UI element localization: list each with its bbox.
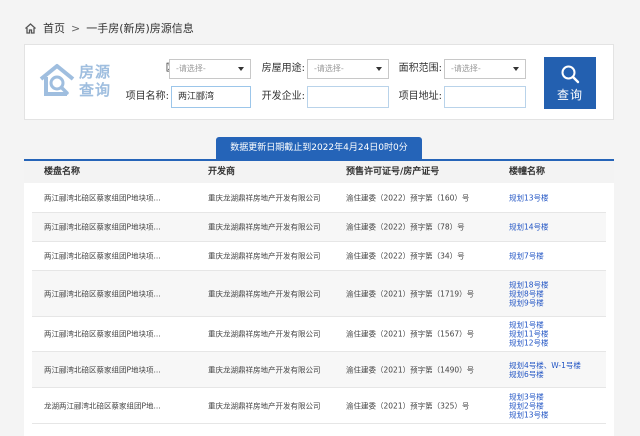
table-header: 楼盘名称 开发商 预售许可证号/房产证号 楼幢名称: [24, 161, 614, 183]
developer-cell: 重庆龙湖鼎祥房地产开发有限公司: [208, 329, 321, 339]
chevron-down-icon: [238, 67, 244, 71]
permit-cell: 渝住建委（2022）预字第（34）号: [346, 251, 465, 261]
permit-cell: 渝住建委（2021）预字第（325）号: [346, 401, 470, 410]
project-name-cell: 两江郦湾北碚区蔡家组团P地块项...: [44, 251, 161, 261]
project-name-cell: 两江郦湾北碚区蔡家组团P地块项...: [44, 222, 161, 232]
area-select-value: -请选择-: [451, 64, 481, 73]
column-header-developer: 开发商: [208, 167, 236, 177]
table-row[interactable]: 龙湖两江郦湾北碚区蔡家组团P地... 重庆龙湖鼎祥房地产开发有限公司 渝住建委（20…: [32, 388, 606, 424]
building-link[interactable]: 规划13号楼: [509, 410, 549, 419]
building-link[interactable]: 规划7号楼: [509, 252, 544, 261]
permit-cell: 渝住建委（2021）预字第（1490）号: [346, 365, 475, 374]
permit-cell: 渝住建委（2022）预字第（160）号: [346, 193, 470, 202]
table-row[interactable]: 两江郦湾北碚区蔡家组团P地块项... 重庆龙湖鼎祥房地产开发有限公司 渝住建委（20…: [32, 213, 606, 242]
usage-select-value: -请选择-: [314, 64, 344, 73]
breadcrumb-separator: >: [71, 21, 81, 35]
breadcrumb-home-link[interactable]: 首页: [43, 20, 65, 36]
project-name-cell: 两江郦湾北碚区蔡家组团P地块项...: [44, 365, 161, 374]
home-icon[interactable]: [24, 22, 37, 35]
logo-line2: 查询: [79, 81, 112, 99]
developer-cell: 重庆龙湖鼎祥房地产开发有限公司: [208, 222, 321, 232]
buildings-cell: 规划3号楼 规划2号楼 规划13号楼: [509, 392, 549, 419]
building-link[interactable]: 规划18号楼: [509, 280, 549, 289]
district-select[interactable]: -请选择-: [169, 59, 251, 79]
address-input[interactable]: [444, 86, 526, 108]
column-header-permit: 预售许可证号/房产证号: [346, 167, 440, 177]
area-label: 面积范围:: [398, 63, 442, 74]
search-icon: [561, 65, 580, 84]
breadcrumb: 首页 > 一手房(新房)房源信息: [24, 20, 194, 36]
building-link[interactable]: 规划8号楼: [509, 289, 544, 298]
search-button-label: 查询: [556, 88, 583, 102]
developer-cell: 重庆龙湖鼎祥房地产开发有限公司: [208, 289, 321, 298]
permit-cell: 渝住建委（2022）预字第（78）号: [346, 222, 465, 232]
data-update-notice: 数据更新日期截止到2022年4月24日0时0分: [216, 137, 422, 159]
usage-label: 房屋用途:: [261, 63, 305, 74]
buildings-cell: 规划1号楼 规划11号楼 规划12号楼: [509, 321, 549, 348]
building-link[interactable]: 规划4号楼、W-1号楼: [509, 361, 581, 370]
search-button[interactable]: 查询: [544, 57, 596, 109]
building-link[interactable]: 规划13号楼: [509, 193, 549, 202]
column-header-name: 楼盘名称: [44, 167, 81, 177]
developer-cell: 重庆龙湖鼎祥房地产开发有限公司: [208, 365, 321, 374]
buildings-cell: 规划7号楼: [509, 252, 544, 261]
building-link[interactable]: 规划6号楼: [509, 370, 544, 379]
house-magnifier-icon: [39, 64, 75, 96]
area-select[interactable]: -请选择-: [444, 59, 526, 79]
usage-select[interactable]: -请选择-: [307, 59, 389, 79]
building-link[interactable]: 规划2号楼: [509, 401, 544, 410]
building-link[interactable]: 规划12号楼: [509, 339, 549, 348]
address-label: 项目地址:: [398, 91, 442, 102]
project-name-input[interactable]: 两江郦湾: [171, 86, 251, 108]
column-header-buildings: 楼幢名称: [509, 167, 546, 177]
district-select-value: -请选择-: [176, 64, 206, 73]
project-name-label: 项目名称:: [125, 91, 169, 102]
table-row[interactable]: 两江郦湾北碚区蔡家组团P地块项... 重庆龙湖鼎祥房地产开发有限公司 渝住建委（20…: [32, 317, 606, 352]
table-row[interactable]: 两江郦湾北碚区蔡家组团P地块项... 重庆龙湖鼎祥房地产开发有限公司 渝住建委（20…: [32, 242, 606, 271]
building-link[interactable]: 规划3号楼: [509, 392, 544, 401]
building-link[interactable]: 规划14号楼: [509, 223, 549, 232]
project-name-cell: 两江郦湾北碚区蔡家组团P地块项...: [44, 193, 161, 202]
table-row[interactable]: 两江郦湾北碚区蔡家组团P地块项... 重庆龙湖鼎祥房地产开发有限公司 渝住建委（20…: [32, 352, 606, 388]
listing-table: 楼盘名称 开发商 预售许可证号/房产证号 楼幢名称 两江郦湾北碚区蔡家组团P地块…: [24, 159, 614, 436]
buildings-cell: 规划14号楼: [509, 223, 549, 232]
chevron-down-icon: [376, 67, 382, 71]
project-name-cell: 龙湖两江郦湾北碚区蔡家组团P地...: [44, 401, 161, 410]
building-link[interactable]: 规划1号楼: [509, 321, 544, 330]
building-link[interactable]: 规划11号楼: [509, 330, 549, 339]
search-panel: 房源 查询 区县: -请选择- 房屋用途: -请选择- 面积范围: -请选择- …: [24, 44, 614, 120]
developer-cell: 重庆龙湖鼎祥房地产开发有限公司: [208, 251, 321, 261]
table-row[interactable]: 两江郦湾北碚区蔡家组团P地块项... 重庆龙湖鼎祥房地产开发有限公司 渝住建委（20…: [32, 271, 606, 317]
building-link[interactable]: 规划9号楼: [509, 298, 544, 307]
logo-line1: 房源: [79, 63, 112, 81]
table-row[interactable]: 两江郦湾北碚区蔡家组团P地块项... 重庆龙湖鼎祥房地产开发有限公司 渝住建委（20…: [32, 183, 606, 213]
breadcrumb-current: 一手房(新房)房源信息: [86, 22, 194, 35]
permit-cell: 渝住建委（2021）预字第（1719）号: [346, 289, 475, 298]
developer-cell: 重庆龙湖鼎祥房地产开发有限公司: [208, 401, 321, 410]
project-name-cell: 两江郦湾北碚区蔡家组团P地块项...: [44, 329, 161, 339]
developer-label: 开发企业:: [261, 91, 305, 102]
chevron-down-icon: [513, 67, 519, 71]
buildings-cell: 规划18号楼 规划8号楼 规划9号楼: [509, 280, 549, 307]
buildings-cell: 规划4号楼、W-1号楼 规划6号楼: [509, 361, 581, 379]
developer-input[interactable]: [307, 86, 389, 108]
logo-text: 房源 查询: [79, 63, 111, 99]
developer-cell: 重庆龙湖鼎祥房地产开发有限公司: [208, 193, 321, 202]
house-search-logo: 房源 查询: [37, 61, 119, 101]
permit-cell: 渝住建委（2021）预字第（1567）号: [346, 329, 475, 339]
project-name-cell: 两江郦湾北碚区蔡家组团P地块项...: [44, 289, 161, 298]
buildings-cell: 规划13号楼: [509, 193, 549, 202]
